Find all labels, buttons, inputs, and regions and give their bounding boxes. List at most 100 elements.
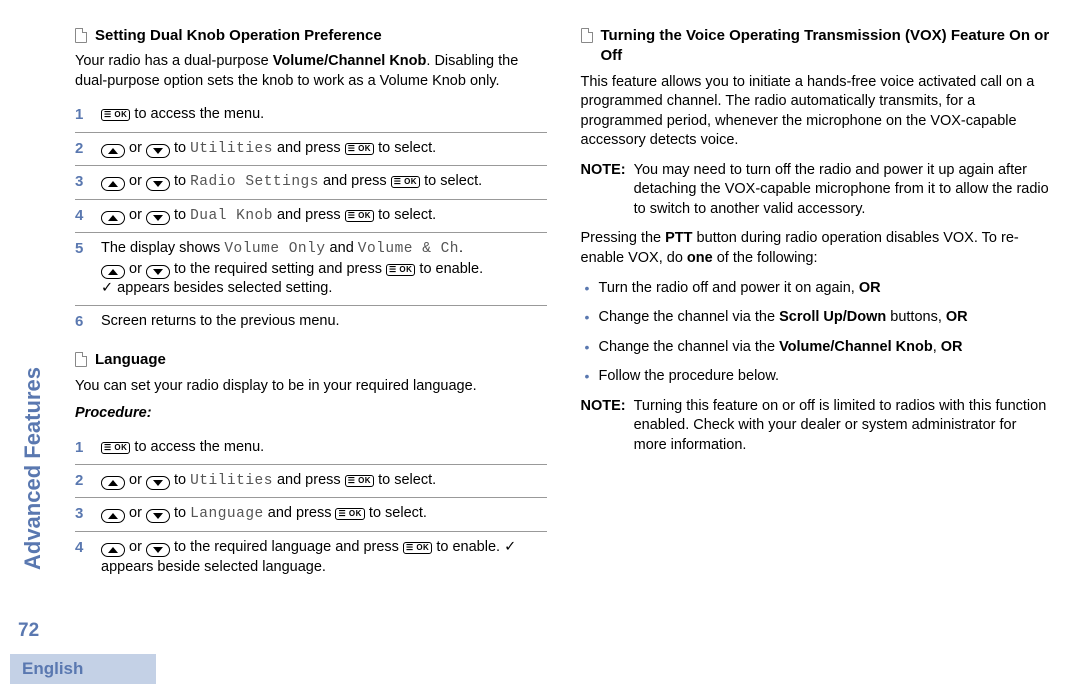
- step-number: 1: [75, 438, 87, 458]
- menu-name: Dual Knob: [190, 208, 273, 224]
- step-number: 2: [75, 471, 87, 491]
- ok-button-icon: ☰ OK: [345, 210, 374, 222]
- ok-button-icon: ☰ OK: [391, 176, 420, 188]
- step-list: 1 ☰ OK to access the menu. 2 or to Utili…: [75, 432, 547, 584]
- text: to: [170, 140, 190, 156]
- down-arrow-icon: [146, 211, 170, 225]
- step-row: 3 or to Language and press ☰ OK to selec…: [75, 498, 547, 532]
- right-column: Turning the Voice Operating Transmission…: [581, 26, 1053, 698]
- text: Change the channel via the: [599, 339, 780, 355]
- section-heading: Turning the Voice Operating Transmission…: [581, 26, 1053, 67]
- up-arrow-icon: [101, 144, 125, 158]
- ok-button-icon: ☰ OK: [386, 264, 415, 276]
- text: and press: [273, 140, 345, 156]
- text: and press: [273, 207, 345, 223]
- ok-button-icon: ☰ OK: [101, 109, 130, 121]
- text: Pressing the: [581, 230, 666, 246]
- text: or: [125, 472, 146, 488]
- list-item: Turn the radio off and power it on again…: [581, 279, 1053, 299]
- text: Turn the radio off and power it on again…: [599, 280, 859, 296]
- up-arrow-icon: [101, 177, 125, 191]
- bold-text: Scroll Up/Down: [779, 309, 886, 325]
- text: to: [170, 472, 190, 488]
- intro-paragraph: This feature allows you to initiate a ha…: [581, 73, 1053, 151]
- text: to: [170, 173, 190, 189]
- text: buttons,: [886, 309, 946, 325]
- text: ,: [933, 339, 941, 355]
- step-row: 1 ☰ OK to access the menu.: [75, 432, 547, 465]
- up-arrow-icon: [101, 476, 125, 490]
- text: to select.: [374, 207, 436, 223]
- step-body: or to Radio Settings and press ☰ OK to s…: [101, 172, 547, 193]
- ok-button-icon: ☰ OK: [345, 475, 374, 487]
- menu-name: Volume & Ch: [358, 241, 459, 257]
- text: or: [125, 173, 146, 189]
- text: of the following:: [713, 250, 818, 266]
- heading-text: Language: [95, 350, 166, 370]
- section-title-vertical: Advanced Features: [18, 367, 48, 570]
- bold-text: OR: [859, 280, 881, 296]
- bold-text: Volume/Channel Knob: [273, 53, 427, 69]
- text: and press: [273, 472, 345, 488]
- text: to: [170, 505, 190, 521]
- text: to access the menu.: [130, 439, 264, 455]
- text: to select.: [365, 505, 427, 521]
- step-body: or to Language and press ☰ OK to select.: [101, 504, 547, 525]
- text: to access the menu.: [130, 106, 264, 122]
- menu-name: Volume Only: [224, 241, 325, 257]
- heading-text: Turning the Voice Operating Transmission…: [601, 26, 1053, 67]
- up-arrow-icon: [101, 265, 125, 279]
- check-icon: ✓: [101, 280, 113, 296]
- down-arrow-icon: [146, 144, 170, 158]
- note-block: NOTE: You may need to turn off the radio…: [581, 161, 1053, 220]
- left-sidebar: Advanced Features 72: [0, 0, 55, 698]
- step-row: 6 Screen returns to the previous menu.: [75, 306, 547, 338]
- text: .: [459, 240, 463, 256]
- ok-button-icon: ☰ OK: [335, 508, 364, 520]
- note-label: NOTE:: [581, 161, 626, 220]
- step-number: 3: [75, 504, 87, 524]
- paragraph: Pressing the PTT button during radio ope…: [581, 229, 1053, 268]
- text: and: [326, 240, 358, 256]
- procedure-label: Procedure:: [75, 404, 547, 424]
- step-number: 3: [75, 172, 87, 192]
- step-row: 4 or to the required language and press …: [75, 532, 547, 583]
- heading-text: Setting Dual Knob Operation Preference: [95, 26, 382, 46]
- document-icon: [581, 28, 593, 43]
- up-arrow-icon: [101, 211, 125, 225]
- ok-button-icon: ☰ OK: [101, 442, 130, 454]
- text: to enable.: [432, 539, 504, 555]
- step-body: or to Utilities and press ☰ OK to select…: [101, 139, 547, 160]
- up-arrow-icon: [101, 543, 125, 557]
- left-column: Setting Dual Knob Operation Preference Y…: [75, 26, 547, 698]
- menu-name: Utilities: [190, 141, 273, 157]
- step-number: 4: [75, 206, 87, 226]
- text: or: [125, 140, 146, 156]
- text: Your radio has a dual-purpose: [75, 53, 273, 69]
- step-number: 5: [75, 239, 87, 259]
- text: appears besides selected setting.: [113, 280, 332, 296]
- step-body: The display shows Volume Only and Volume…: [101, 239, 547, 299]
- down-arrow-icon: [146, 265, 170, 279]
- bold-text: OR: [941, 339, 963, 355]
- text: appears beside selected language.: [101, 559, 326, 575]
- text: to the required language and press: [170, 539, 403, 555]
- note-block: NOTE: Turning this feature on or off is …: [581, 397, 1053, 456]
- list-item: Change the channel via the Volume/Channe…: [581, 338, 1053, 358]
- text: to enable.: [415, 261, 483, 277]
- document-icon: [75, 352, 87, 367]
- text: Change the channel via the: [599, 309, 780, 325]
- step-row: 5 The display shows Volume Only and Volu…: [75, 233, 547, 306]
- down-arrow-icon: [146, 509, 170, 523]
- intro-paragraph: You can set your radio display to be in …: [75, 377, 547, 397]
- down-arrow-icon: [146, 476, 170, 490]
- step-body: or to the required language and press ☰ …: [101, 538, 547, 577]
- step-row: 4 or to Dual Knob and press ☰ OK to sele…: [75, 200, 547, 234]
- bold-text: PTT: [665, 230, 692, 246]
- check-icon: ✓: [504, 539, 516, 555]
- text: or: [125, 505, 146, 521]
- section-heading: Setting Dual Knob Operation Preference: [75, 26, 547, 46]
- step-body: or to Dual Knob and press ☰ OK to select…: [101, 206, 547, 227]
- step-number: 1: [75, 105, 87, 125]
- note-body: Turning this feature on or off is limite…: [634, 397, 1052, 456]
